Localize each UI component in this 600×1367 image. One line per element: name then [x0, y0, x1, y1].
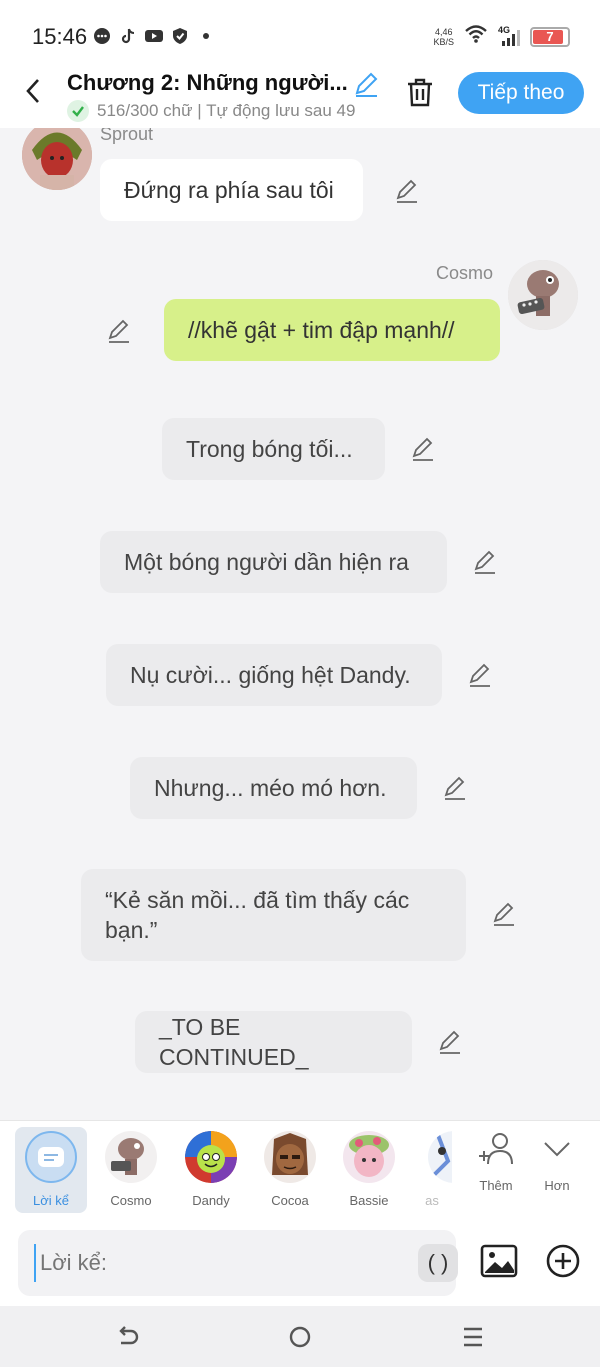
save-status: 516/300 chữ | Tự động lưu sau 49 — [67, 100, 355, 122]
add-label: Thêm — [479, 1178, 513, 1193]
nav-back-button[interactable] — [113, 1322, 143, 1352]
chevron-down-icon — [544, 1142, 570, 1157]
status-right: 4,46 KB/S 4G 7 — [433, 24, 570, 49]
avatar-dandy — [185, 1131, 237, 1183]
chapter-header: Chương 2: Những người... 516/300 chữ | T… — [0, 70, 600, 128]
narration-bubble[interactable]: “Kẻ săn mồi... đã tìm thấy các bạn.” — [81, 869, 466, 961]
notification-icons — [92, 27, 216, 45]
dot-icon — [196, 27, 216, 45]
plus-circle-icon — [546, 1244, 580, 1278]
signal-icon: 4G — [498, 25, 520, 47]
character-cocoa[interactable]: Cocoa — [254, 1127, 326, 1213]
edit-message-button[interactable] — [442, 775, 468, 801]
edit-message-button[interactable] — [472, 549, 498, 575]
battery-indicator: 7 — [530, 26, 570, 47]
add-character-button[interactable]: Thêm — [466, 1131, 526, 1193]
character-bassie[interactable]: Bassie — [333, 1127, 405, 1213]
input-container: ( ) — [18, 1230, 458, 1296]
home-circle-icon — [289, 1326, 311, 1348]
tiktok-icon — [118, 27, 138, 45]
pencil-icon — [439, 1030, 460, 1054]
narration-icon — [25, 1131, 77, 1183]
avatar-cosmo[interactable] — [508, 260, 578, 330]
edit-message-button[interactable] — [491, 901, 517, 927]
narration-bubble[interactable]: Nhưng... méo mó hơn. — [130, 757, 417, 819]
speed-unit: KB/S — [433, 36, 454, 47]
character-cosmo[interactable]: Cosmo — [95, 1127, 167, 1213]
chat-area[interactable]: Sprout Đứng ra phía sau tôi Cosmo //khẽ … — [0, 128, 600, 1120]
chevron-left-icon — [26, 79, 39, 103]
pencil-icon — [108, 319, 129, 343]
system-nav-bar — [0, 1306, 600, 1367]
messenger-icon — [92, 27, 112, 45]
avatar-partial — [428, 1131, 452, 1183]
battery-level: 7 — [546, 29, 554, 44]
message-bubble[interactable]: //khẽ gật + tim đập mạnh// — [164, 299, 500, 361]
shield-icon — [170, 27, 190, 45]
character-name: as — [425, 1193, 439, 1208]
edit-message-button[interactable] — [106, 318, 132, 344]
narration-bubble[interactable]: Nụ cười... giống hệt Dandy. — [106, 644, 442, 706]
narration-bubble[interactable]: Trong bóng tối... — [162, 418, 385, 480]
pencil-icon — [396, 179, 417, 203]
back-button[interactable] — [18, 76, 48, 106]
parentheses-button[interactable]: ( ) — [418, 1244, 458, 1282]
speed-value: 4,46 — [434, 26, 453, 37]
speaker-name: Sprout — [100, 128, 154, 144]
nav-home-button[interactable] — [285, 1322, 315, 1352]
pencil-icon — [355, 72, 378, 97]
next-button[interactable]: Tiếp theo — [458, 72, 584, 114]
more-button[interactable]: Hơn — [527, 1131, 587, 1193]
edit-message-button[interactable] — [410, 436, 436, 462]
status-time: 15:46 — [32, 24, 88, 49]
network-speed: 4,46 KB/S — [433, 27, 454, 47]
wifi-icon — [464, 24, 488, 49]
more-label: Hơn — [544, 1178, 570, 1193]
pencil-icon — [469, 663, 490, 687]
pencil-icon — [444, 776, 465, 800]
add-button[interactable] — [544, 1242, 582, 1280]
character-name: Bassie — [349, 1193, 389, 1208]
input-bar: ( ) — [0, 1220, 600, 1306]
pencil-icon — [412, 437, 433, 461]
avatar-bassie — [343, 1131, 395, 1183]
edit-message-button[interactable] — [467, 662, 493, 688]
image-icon — [480, 1244, 518, 1278]
youtube-icon — [144, 27, 164, 45]
narration-bubble[interactable]: Một bóng người dần hiện ra — [100, 531, 447, 593]
check-icon — [67, 100, 89, 122]
nav-recents-button[interactable] — [458, 1322, 488, 1352]
avatar-sprout[interactable] — [22, 128, 92, 190]
status-bar: 15:46 4,46 KB/S 4G 7 — [0, 0, 600, 70]
edit-title-button[interactable] — [352, 70, 380, 98]
character-name: Lời kể — [33, 1193, 69, 1208]
avatar-cosmo — [105, 1131, 157, 1183]
add-user-icon — [479, 1133, 513, 1165]
insert-image-button[interactable] — [480, 1242, 518, 1280]
edit-message-button[interactable] — [394, 178, 420, 204]
avatar-cocoa — [264, 1131, 316, 1183]
character-name: Dandy — [192, 1193, 230, 1208]
narration-bubble[interactable]: _TO BE CONTINUED_ — [135, 1011, 412, 1073]
chapter-title[interactable]: Chương 2: Những người... — [67, 70, 347, 96]
character-dandy[interactable]: Dandy — [175, 1127, 247, 1213]
pencil-icon — [493, 902, 514, 926]
menu-lines-icon — [464, 1327, 482, 1347]
message-bubble[interactable]: Đứng ra phía sau tôi — [100, 159, 363, 221]
character-name: Cosmo — [110, 1193, 152, 1208]
speaker-name: Cosmo — [436, 263, 494, 283]
narration-input[interactable] — [34, 1244, 394, 1282]
character-partial[interactable]: as — [412, 1127, 452, 1213]
character-narrator[interactable]: Lời kể — [15, 1127, 87, 1213]
word-count-autosave: 516/300 chữ | Tự động lưu sau 49 — [97, 101, 356, 120]
trash-icon — [408, 78, 432, 107]
character-name: Cocoa — [271, 1193, 309, 1208]
character-bar: Lời kể Cosmo Dandy Cocoa Bassie as Thêm … — [0, 1120, 600, 1220]
back-arrow-icon — [119, 1326, 139, 1345]
delete-button[interactable] — [404, 76, 436, 108]
edit-message-button[interactable] — [437, 1029, 463, 1055]
pencil-icon — [474, 550, 495, 574]
